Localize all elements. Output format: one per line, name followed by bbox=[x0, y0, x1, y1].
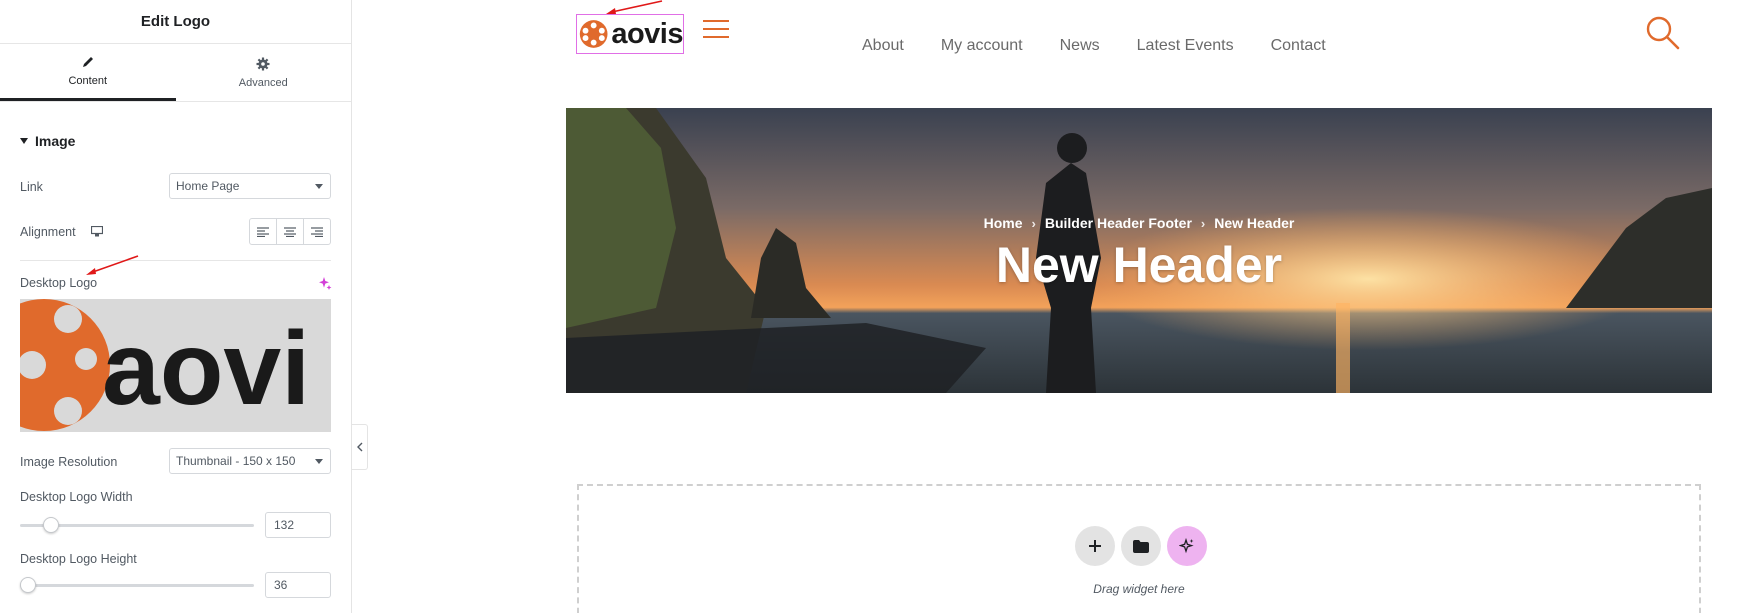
chevron-down-icon bbox=[315, 459, 323, 464]
collapse-panel-button[interactable] bbox=[352, 424, 368, 470]
alignment-label: Alignment bbox=[20, 225, 76, 239]
search-button[interactable] bbox=[1646, 16, 1680, 50]
logo-mark-icon bbox=[579, 20, 608, 48]
annotation-arrow-icon bbox=[86, 255, 139, 275]
gear-icon bbox=[256, 57, 270, 70]
panel-title: Edit Logo bbox=[0, 0, 351, 44]
ai-sparkle-icon[interactable] bbox=[318, 276, 332, 290]
image-resolution-select[interactable]: Thumbnail - 150 x 150 bbox=[169, 448, 331, 474]
link-select[interactable]: Home Page bbox=[169, 173, 331, 199]
logo-width-label: Desktop Logo Width bbox=[20, 490, 133, 504]
align-left-icon bbox=[257, 226, 269, 237]
chevron-down-icon bbox=[315, 184, 323, 189]
menu-toggle-button[interactable] bbox=[703, 20, 729, 40]
align-right-icon bbox=[311, 226, 323, 237]
align-center-button[interactable] bbox=[277, 219, 304, 244]
align-right-button[interactable] bbox=[304, 219, 330, 244]
logo-height-slider[interactable] bbox=[20, 575, 254, 595]
logo-width-slider[interactable] bbox=[20, 515, 254, 535]
section-image-title: Image bbox=[35, 133, 76, 149]
breadcrumb-current: New Header bbox=[1214, 215, 1295, 231]
logo-width-input[interactable]: 132 bbox=[265, 512, 331, 538]
ai-sparkle-icon bbox=[1179, 538, 1194, 554]
nav-link-contact[interactable]: Contact bbox=[1271, 37, 1326, 55]
page-banner: Home › Builder Header Footer › New Heade… bbox=[566, 108, 1712, 393]
alignment-group bbox=[249, 218, 331, 245]
panel-tabs: Content Advanced bbox=[0, 44, 351, 102]
nav-link-news[interactable]: News bbox=[1060, 37, 1100, 55]
tab-advanced-label: Advanced bbox=[238, 76, 288, 89]
slider-handle[interactable] bbox=[20, 577, 36, 593]
hamburger-line bbox=[703, 20, 729, 22]
hamburger-line bbox=[703, 28, 729, 30]
link-select-value: Home Page bbox=[176, 179, 240, 193]
caret-down-icon bbox=[20, 138, 28, 144]
widget-drop-zone[interactable]: Drag widget here bbox=[577, 484, 1701, 613]
drop-zone-actions bbox=[1075, 526, 1207, 566]
breadcrumb: Home › Builder Header Footer › New Heade… bbox=[566, 215, 1712, 231]
image-resolution-value: Thumbnail - 150 x 150 bbox=[176, 454, 296, 468]
section-image-toggle[interactable]: Image bbox=[20, 133, 75, 149]
slider-handle[interactable] bbox=[43, 517, 59, 533]
folder-icon bbox=[1133, 539, 1149, 553]
breadcrumb-separator-icon: › bbox=[1031, 215, 1036, 231]
divider bbox=[20, 260, 331, 261]
drop-zone-hint: Drag widget here bbox=[1093, 582, 1185, 596]
desktop-logo-label: Desktop Logo bbox=[20, 276, 98, 290]
desktop-device-icon[interactable] bbox=[91, 226, 103, 237]
breadcrumb-home[interactable]: Home bbox=[984, 215, 1023, 231]
link-label: Link bbox=[20, 180, 43, 194]
main-nav: About My account News Latest Events Cont… bbox=[862, 37, 1326, 55]
logo-preview-text: aovi bbox=[102, 311, 310, 427]
editor-panel: Edit Logo Content Advanced Image Link Ho… bbox=[0, 0, 352, 613]
site-logo-text: aovis bbox=[611, 17, 683, 50]
tab-content[interactable]: Content bbox=[0, 44, 176, 101]
breadcrumb-builder-header-footer[interactable]: Builder Header Footer bbox=[1045, 215, 1192, 231]
nav-link-latest-events[interactable]: Latest Events bbox=[1137, 37, 1234, 55]
logo-height-input[interactable]: 36 bbox=[265, 572, 331, 598]
pencil-icon bbox=[82, 57, 93, 67]
slider-track bbox=[20, 584, 254, 587]
add-section-button[interactable] bbox=[1075, 526, 1115, 566]
tab-advanced[interactable]: Advanced bbox=[176, 44, 352, 101]
ai-generate-button[interactable] bbox=[1167, 526, 1207, 566]
desktop-logo-preview[interactable]: aovi bbox=[20, 299, 331, 432]
plus-icon bbox=[1089, 540, 1101, 552]
site-logo[interactable]: aovis bbox=[576, 14, 684, 54]
nav-link-my-account[interactable]: My account bbox=[941, 37, 1023, 55]
add-template-button[interactable] bbox=[1121, 526, 1161, 566]
image-resolution-label: Image Resolution bbox=[20, 455, 118, 469]
logo-preview-image: aovi bbox=[20, 299, 310, 431]
align-center-icon bbox=[284, 226, 296, 237]
page-title: New Header bbox=[995, 237, 1283, 293]
breadcrumb-separator-icon: › bbox=[1200, 215, 1206, 231]
align-left-button[interactable] bbox=[250, 219, 277, 244]
chevron-left-icon bbox=[356, 442, 362, 452]
annotation-arrow-icon bbox=[606, 0, 663, 14]
search-icon bbox=[1646, 16, 1680, 50]
logo-height-label: Desktop Logo Height bbox=[20, 552, 137, 566]
hamburger-line bbox=[703, 36, 729, 38]
tab-content-label: Content bbox=[68, 75, 108, 87]
nav-link-about[interactable]: About bbox=[862, 37, 904, 55]
